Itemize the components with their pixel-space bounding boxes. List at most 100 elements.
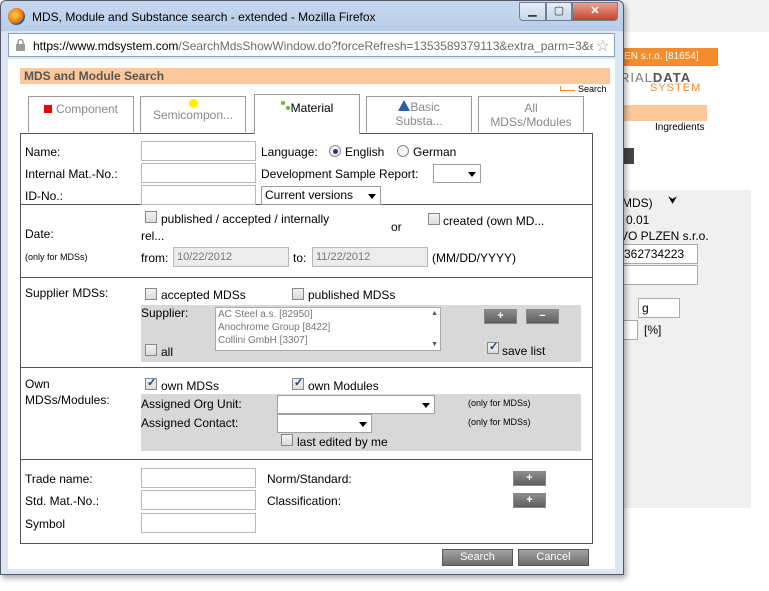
trade-name-label: Trade name: bbox=[25, 472, 93, 486]
general-section: Name: Internal Mat.-No.: ID-No.: Languag… bbox=[21, 134, 592, 205]
blue-triangle-icon bbox=[398, 100, 411, 111]
accepted-mdss-checkbox[interactable] bbox=[145, 288, 157, 300]
std-mat-no-input[interactable] bbox=[141, 490, 256, 510]
tab-component[interactable]: Component bbox=[28, 96, 134, 132]
date-note: (only for MDSs) bbox=[25, 252, 88, 262]
id-value-field[interactable]: 362734223 bbox=[620, 244, 698, 264]
versions-select[interactable]: Current versions bbox=[261, 186, 381, 205]
from-label: from: bbox=[141, 251, 169, 265]
english-radio[interactable] bbox=[329, 145, 341, 157]
all-checkbox[interactable] bbox=[145, 344, 157, 356]
save-list-checkbox[interactable] bbox=[487, 340, 499, 354]
name-input[interactable] bbox=[141, 141, 256, 161]
window-title: MDS, Module and Substance search - exten… bbox=[32, 10, 376, 24]
add-supplier-button[interactable]: + bbox=[484, 309, 517, 324]
last-edited-label: last edited by me bbox=[297, 435, 388, 449]
tab-material-label: Material bbox=[290, 101, 334, 115]
from-date-input[interactable]: 10/22/2012 bbox=[173, 247, 289, 267]
symbol-label: Symbol bbox=[25, 517, 66, 531]
background-top-band bbox=[622, 0, 769, 32]
german-radio[interactable] bbox=[397, 145, 409, 157]
remove-supplier-button[interactable]: − bbox=[526, 309, 559, 324]
chevron-down-icon bbox=[466, 168, 478, 180]
date-section: Date: (only for MDSs) published / accept… bbox=[21, 205, 592, 278]
header-bar: MDS and Module Search bbox=[20, 68, 610, 84]
published-mdss-checkbox[interactable] bbox=[292, 288, 304, 300]
background-input[interactable] bbox=[620, 265, 698, 285]
language-label: Language: bbox=[261, 145, 318, 159]
tab-basic-label: Basic bbox=[410, 100, 440, 114]
german-label: German bbox=[413, 145, 457, 159]
search-button[interactable]: Search bbox=[442, 549, 513, 566]
symbol-input[interactable] bbox=[141, 513, 256, 533]
tab-component-label: Component bbox=[55, 102, 119, 116]
tab-basic-label2: Substa... bbox=[395, 114, 443, 128]
scroll-down-icon[interactable]: ▼ bbox=[431, 341, 438, 348]
supplier-section: Supplier MDSs: accepted MDSs published M… bbox=[21, 278, 592, 368]
last-edited-checkbox[interactable] bbox=[281, 434, 293, 446]
save-list-label: save list bbox=[502, 344, 546, 358]
to-date-input[interactable]: 11/22/2012 bbox=[312, 247, 428, 267]
company-name: VO PLZEN s.r.o. bbox=[620, 229, 709, 243]
assigned-contact-label: Assigned Contact: bbox=[141, 416, 239, 430]
own-label-2: MDSs/Modules: bbox=[25, 393, 110, 407]
tab-semicomponent-label: Semicompon... bbox=[152, 108, 234, 122]
double-chevron-icon[interactable]: ⮟ bbox=[668, 195, 677, 208]
name-label: Name: bbox=[25, 145, 61, 159]
trade-name-input[interactable] bbox=[141, 468, 256, 488]
minimize-button[interactable]: ▁ bbox=[519, 2, 546, 21]
tab-semicomponent[interactable]: Semicompon... bbox=[140, 96, 246, 132]
created-checkbox[interactable] bbox=[428, 213, 440, 225]
bookmark-star-icon[interactable]: ☆ bbox=[596, 36, 610, 56]
add-norm-button[interactable]: + bbox=[513, 471, 546, 486]
contact-note: (only for MDSs) bbox=[468, 417, 531, 427]
list-item[interactable]: Anochrome Group [8422] bbox=[216, 321, 440, 334]
accepted-mdss-label: accepted MDSs bbox=[161, 288, 246, 302]
std-mat-no-label: Std. Mat.-No.: bbox=[25, 494, 100, 508]
maximize-button[interactable]: ▢ bbox=[546, 2, 572, 21]
own-modules-checkbox[interactable] bbox=[292, 376, 304, 390]
internal-mat-no-input[interactable] bbox=[141, 163, 256, 183]
assigned-org-unit-label: Assigned Org Unit: bbox=[141, 397, 242, 411]
org-unit-note: (only for MDSs) bbox=[468, 398, 531, 408]
date-format-label: (MM/DD/YYYY) bbox=[432, 251, 516, 265]
own-mdss-checkbox[interactable] bbox=[145, 376, 157, 390]
percent-label: [%] bbox=[644, 323, 662, 337]
supplier-listbox[interactable]: AC Steel a.s. [82950] Anochrome Group [8… bbox=[215, 307, 441, 351]
cancel-button[interactable]: Cancel bbox=[518, 549, 589, 566]
tab-material[interactable]: Material bbox=[254, 94, 360, 134]
contact-select[interactable] bbox=[277, 414, 372, 433]
popup-window: MDS, Module and Substance search - exten… bbox=[0, 0, 624, 575]
scroll-up-icon[interactable]: ▲ bbox=[431, 310, 438, 317]
english-label: English bbox=[345, 145, 385, 159]
tab-all-mdss-modules[interactable]: All MDSs/Modules bbox=[478, 96, 584, 132]
list-item[interactable]: AC Steel a.s. [82950] bbox=[216, 308, 440, 321]
list-item[interactable]: Collini GmbH [3307] bbox=[216, 334, 440, 347]
published-label-2: rel... bbox=[141, 229, 165, 243]
org-unit-select[interactable] bbox=[277, 395, 435, 414]
tab-all-label: All bbox=[524, 101, 538, 115]
dev-sample-select[interactable] bbox=[433, 164, 481, 183]
url-text: https://www.mdsystem.com/SearchMdsShowWi… bbox=[33, 39, 593, 53]
unit-select[interactable]: g bbox=[638, 298, 680, 318]
ingredients-link[interactable]: Ingredients bbox=[655, 122, 704, 133]
title-bar[interactable]: MDS, Module and Substance search - exten… bbox=[1, 1, 623, 31]
logo-line2: SYSTEM bbox=[650, 82, 702, 94]
id-no-input[interactable] bbox=[141, 185, 256, 205]
own-label: Own bbox=[25, 377, 50, 391]
search-form: Name: Internal Mat.-No.: ID-No.: Languag… bbox=[20, 133, 593, 544]
page-title: MDS and Module Search bbox=[24, 69, 165, 83]
url-bar[interactable]: https://www.mdsystem.com/SearchMdsShowWi… bbox=[8, 33, 615, 57]
date-label: Date: bbox=[25, 227, 54, 241]
green-dots-icon bbox=[280, 101, 291, 111]
mds-label: MDS) bbox=[622, 196, 653, 210]
add-classification-button[interactable]: + bbox=[513, 493, 546, 508]
search-link[interactable]: Search bbox=[560, 84, 607, 94]
all-label: all bbox=[161, 345, 174, 359]
tab-basic-substances[interactable]: Basic Substa... bbox=[366, 96, 472, 132]
own-modules-label: own Modules bbox=[308, 379, 379, 393]
close-button[interactable]: ✕ bbox=[572, 2, 618, 21]
published-checkbox[interactable] bbox=[145, 211, 157, 223]
lock-icon bbox=[16, 39, 25, 51]
own-panel: Assigned Org Unit: (only for MDSs) Assig… bbox=[141, 394, 581, 451]
